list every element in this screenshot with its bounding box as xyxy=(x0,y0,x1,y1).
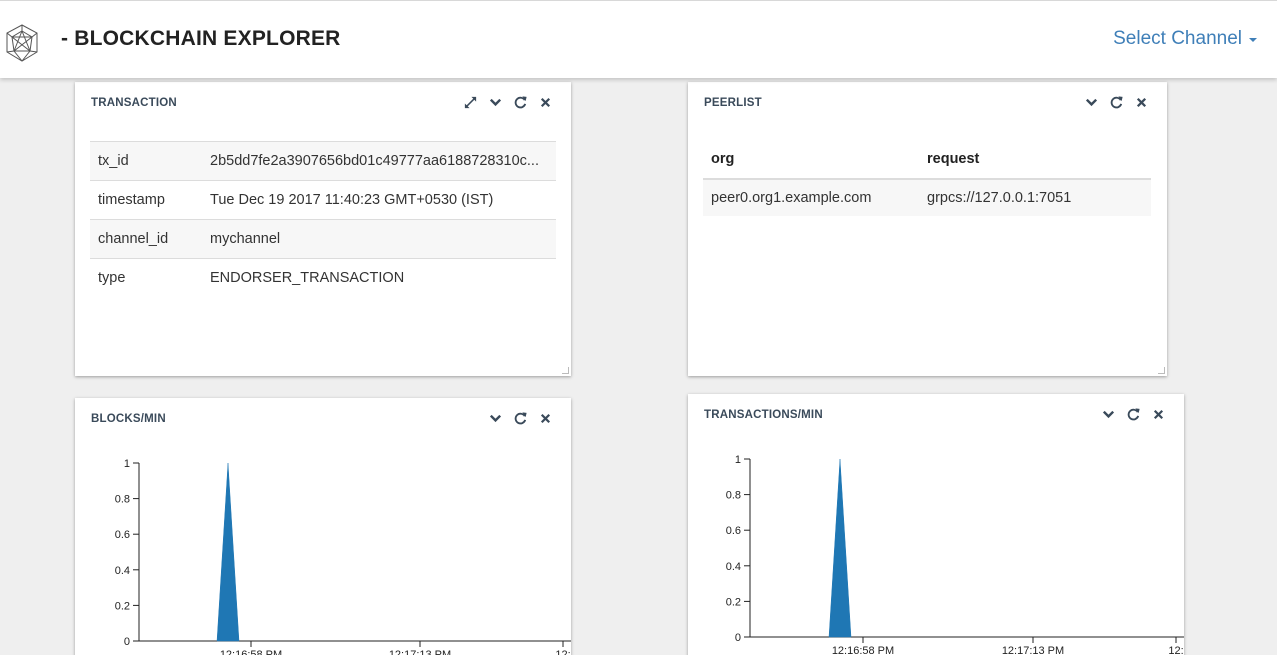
y-tick-label: 1 xyxy=(735,454,741,466)
table-row: timestamp Tue Dec 19 2017 11:40:23 GMT+0… xyxy=(90,180,556,220)
close-icon[interactable] xyxy=(538,95,553,110)
blocks-per-min-panel: BLOCKS/MIN 0 0.2 0.4 0.6 0.8 1 12:16:58 PM 12:1… xyxy=(75,398,571,655)
series-area xyxy=(216,462,240,642)
panel-tools xyxy=(1084,95,1149,110)
y-tick-label: 0.6 xyxy=(115,529,130,541)
y-tick-label: 0.4 xyxy=(115,565,130,577)
field-value: ENDORSER_TRANSACTION xyxy=(210,258,556,298)
panel-title: TRANSACTION xyxy=(91,97,177,109)
field-value: 2b5dd7fe2a3907656bd01c49777aa6188728310c… xyxy=(210,141,556,181)
x-tick-label: 12: xyxy=(1168,645,1183,655)
top-navbar: - BLOCKCHAIN EXPLORER Select Channel xyxy=(0,0,1277,78)
table-row: type ENDORSER_TRANSACTION xyxy=(90,258,556,298)
y-tick-label: 0.6 xyxy=(726,525,741,537)
peer-org: peer0.org1.example.com xyxy=(703,179,927,216)
caret-down-icon xyxy=(1249,38,1257,42)
field-value: Tue Dec 19 2017 11:40:23 GMT+0530 (IST) xyxy=(210,180,556,220)
y-tick-label: 0 xyxy=(735,632,741,644)
select-channel-label: Select Channel xyxy=(1113,28,1242,49)
y-tick-label: 0 xyxy=(124,636,130,648)
refresh-icon[interactable] xyxy=(1109,95,1124,110)
close-icon[interactable] xyxy=(1134,95,1149,110)
transactions-per-min-chart: 0 0.2 0.4 0.6 0.8 1 12:16:58 PM 12:17:13 PM 12: xyxy=(726,454,1184,655)
y-tick-label: 1 xyxy=(124,458,130,470)
chevron-down-icon[interactable] xyxy=(1084,95,1099,110)
panel-tools xyxy=(463,95,553,110)
y-tick-label: 0.2 xyxy=(726,596,741,608)
field-key: type xyxy=(90,258,210,298)
table-row: peer0.org1.example.com grpcs://127.0.0.1… xyxy=(703,179,1151,216)
table-row: channel_id mychannel xyxy=(90,219,556,259)
hyperledger-logo-icon[interactable] xyxy=(2,23,42,63)
transaction-details-table: tx_id 2b5dd7fe2a3907656bd01c49777aa61887… xyxy=(90,141,556,298)
x-tick-label: 12:16:58 PM xyxy=(832,645,894,655)
table-row: tx_id 2b5dd7fe2a3907656bd01c49777aa61887… xyxy=(90,141,556,181)
peerlist-panel: PEERLIST org request peer0.org1.example.… xyxy=(688,82,1167,376)
expand-icon[interactable] xyxy=(463,95,478,110)
chevron-down-icon[interactable] xyxy=(488,95,503,110)
table-header-row: org request xyxy=(703,140,1151,180)
peerlist-table: org request peer0.org1.example.com grpcs… xyxy=(703,140,1151,216)
blocks-per-min-chart: 0 0.2 0.4 0.6 0.8 1 12:16:58 PM 12:17:13 PM 12: xyxy=(115,458,571,655)
column-header-org: org xyxy=(703,140,927,180)
x-tick-label: 12: xyxy=(555,649,570,655)
resize-handle[interactable] xyxy=(1158,367,1165,374)
refresh-icon[interactable] xyxy=(513,95,528,110)
resize-handle[interactable] xyxy=(562,367,569,374)
series-area xyxy=(828,458,852,638)
transactions-per-min-panel: TRANSACTIONS/MIN 0 0.2 0.4 0.6 0.8 1 12:16:58 … xyxy=(688,394,1184,655)
select-channel-dropdown[interactable]: Select Channel xyxy=(1113,28,1257,50)
field-key: tx_id xyxy=(90,141,210,181)
field-key: channel_id xyxy=(90,219,210,259)
field-key: timestamp xyxy=(90,180,210,220)
y-tick-label: 0.2 xyxy=(115,600,130,612)
x-tick-label: 12:17:13 PM xyxy=(1002,645,1064,655)
y-tick-label: 0.4 xyxy=(726,561,741,573)
y-tick-label: 0.8 xyxy=(115,494,130,506)
field-value: mychannel xyxy=(210,219,556,259)
y-tick-label: 0.8 xyxy=(726,490,741,502)
panel-title: PEERLIST xyxy=(704,97,762,109)
x-tick-label: 12:16:58 PM xyxy=(220,649,282,655)
app-title: - BLOCKCHAIN EXPLORER xyxy=(61,27,341,50)
column-header-request: request xyxy=(927,140,1151,180)
peer-request: grpcs://127.0.0.1:7051 xyxy=(927,179,1151,216)
x-tick-label: 12:17:13 PM xyxy=(389,649,451,655)
transaction-panel: TRANSACTION tx_id 2b5dd7fe2a3907656bd01c… xyxy=(75,82,571,376)
